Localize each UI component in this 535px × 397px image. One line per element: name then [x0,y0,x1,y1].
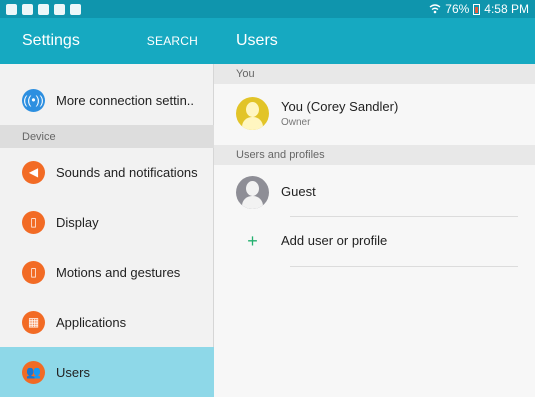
settings-title: Settings [22,32,80,49]
sidebar-item-sounds-and-notifications[interactable]: ◀ Sounds and notifications [0,147,214,197]
connection-icon: ((•)) [22,88,45,112]
divider [290,216,518,217]
owner-user-row[interactable]: You (Corey Sandler) Owner [214,93,535,134]
sidebar-item-motions-and-gestures[interactable]: ▯ Motions and gestures [0,247,214,297]
users-header: Users [214,18,535,64]
face-icon [246,180,259,196]
guest-user-row[interactable]: Guest [214,174,535,210]
wifi-icon [429,4,441,14]
gallery-icon [22,3,33,15]
body-icon [242,195,263,209]
settings-sidebar: ((•)) More connection settin.. Device ◀ … [0,64,214,397]
motion-icon: ▯ [22,260,45,284]
guest-name: Guest [281,184,316,199]
status-bar: 76% 4:58 PM [0,0,535,18]
owner-avatar [236,97,269,130]
sidebar-item-more-connection-settings[interactable]: ((•)) More connection settin.. [0,75,214,125]
divider [290,266,518,267]
sound-icon: ◀ [22,160,45,184]
sidebar-item-label: Users [56,364,90,380]
sidebar-item-applications[interactable]: ▦ Applications [0,297,214,347]
status-icons-right: 76% 4:58 PM [429,2,529,16]
owner-role: Owner [281,117,311,128]
sidebar-item-label: Display [56,214,99,230]
apps-icon: ▦ [22,310,45,334]
sidebar-item-users[interactable]: 👥 Users [0,347,214,397]
clock-time: 4:58 PM [484,2,529,16]
section-users-and-profiles: Users and profiles [214,145,535,165]
guest-avatar [236,175,269,209]
add-user-or-profile-button[interactable]: + Add user or profile [214,226,535,256]
clock-icon [54,3,65,15]
users-icon: 👥 [22,360,45,384]
display-icon: ▯ [22,210,45,234]
face-icon [246,102,259,117]
sidebar-item-display[interactable]: ▯ Display [0,197,214,247]
users-panel: You You (Corey Sandler) Owner Users and … [214,64,535,397]
add-user-label: Add user or profile [281,233,388,248]
section-device: Device [0,125,214,148]
section-you: You [214,64,535,84]
sidebar-item-label: More connection settin.. [56,92,195,108]
clock-icon [38,3,49,15]
sidebar-item-label: Motions and gestures [56,264,181,280]
users-title: Users [236,32,278,49]
owner-text: You (Corey Sandler) Owner [281,99,398,128]
nfc-icon [6,3,17,15]
owner-name: You (Corey Sandler) [281,99,399,114]
plus-icon: + [247,231,258,251]
search-button[interactable]: SEARCH [147,34,198,48]
sidebar-item-label: Applications [56,314,127,330]
body-icon [242,117,263,130]
battery-percent: 76% [445,2,470,16]
settings-header: Settings SEARCH [0,18,214,64]
sidebar-item-label: Sounds and notifications [56,164,198,180]
status-icons-left [6,3,81,15]
battery-icon [473,3,481,15]
chat-icon [70,3,81,15]
